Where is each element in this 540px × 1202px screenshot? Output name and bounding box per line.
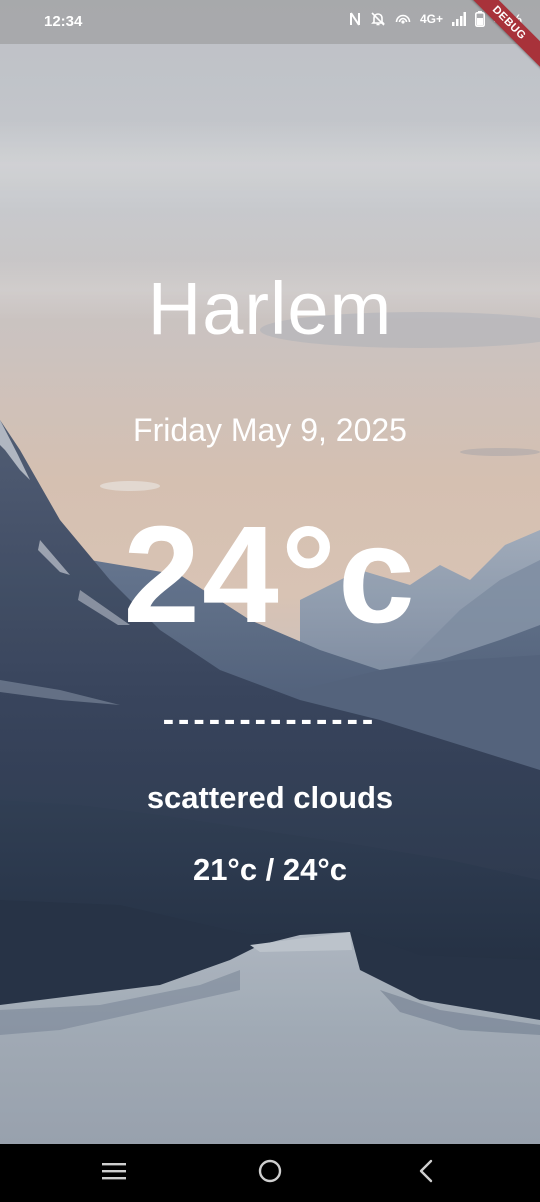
signal-icon	[451, 12, 466, 26]
home-icon	[257, 1158, 283, 1189]
min-max-temperature: 21°c / 24°c	[192, 852, 348, 887]
recents-icon	[101, 1161, 127, 1186]
current-temperature: 24°c	[123, 498, 417, 652]
status-bar: 12:34 4G+ 47%	[0, 0, 540, 44]
weather-condition: scattered clouds	[146, 780, 394, 815]
status-time: 12:34	[44, 13, 83, 30]
bell-off-icon	[370, 11, 386, 27]
navigation-bar	[0, 1144, 540, 1202]
current-date: Friday May 9, 2025	[133, 412, 407, 448]
hotspot-icon	[395, 12, 411, 26]
divider: --------------	[162, 701, 378, 739]
network-type: 4G+	[419, 12, 443, 26]
weather-content: Harlem Friday May 9, 2025 24°c ---------…	[0, 0, 540, 1144]
back-button[interactable]	[410, 1157, 442, 1189]
city-name: Harlem	[147, 267, 393, 350]
home-button[interactable]	[254, 1157, 286, 1189]
battery-icon	[474, 11, 485, 27]
nfc-icon	[349, 12, 361, 26]
weather-screen: 12:34 4G+ 47% DEBUG Harlem Friday May 9	[0, 0, 540, 1202]
back-icon	[416, 1159, 436, 1188]
recents-button[interactable]	[98, 1157, 130, 1189]
